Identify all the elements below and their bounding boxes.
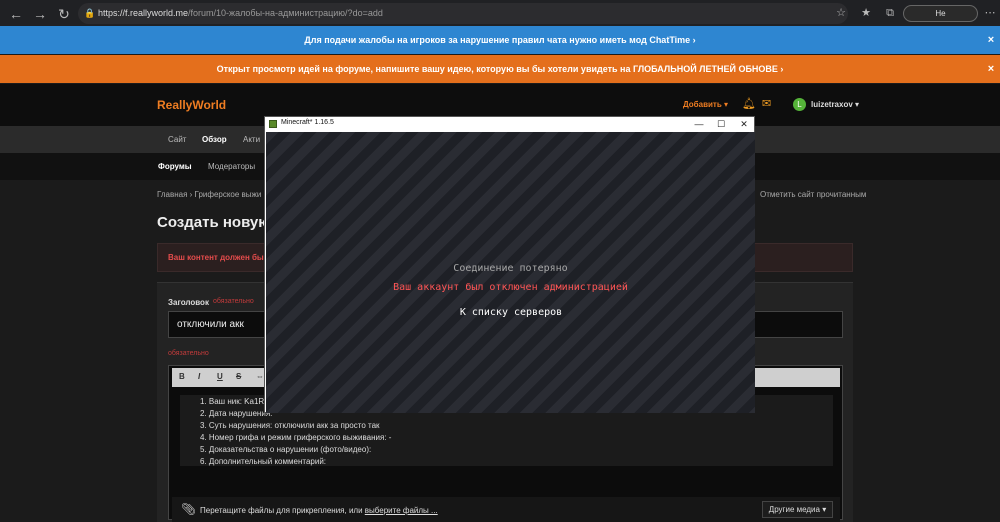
address-bar[interactable]: 🔒 https://f.reallyworld.me/forum/10-жало…: [78, 3, 848, 24]
required-hint: обязательно: [213, 298, 254, 305]
browser-toolbar: ← → ↻ 🔒 https://f.reallyworld.me/forum/1…: [0, 0, 1000, 33]
banner-text: Открыт просмотр идей на форуме, напишите…: [216, 64, 784, 74]
attach-prompt: Перетащите файлы для прикрепления, или: [200, 506, 365, 515]
minecraft-window: Minecraft* 1.16.5 — ☐ ✕ Соединение потер…: [264, 116, 755, 413]
tab-activity[interactable]: Акти: [243, 135, 260, 144]
user-menu[interactable]: luizetraxov ▾: [811, 100, 859, 109]
star-icon[interactable]: ☆: [833, 5, 849, 21]
list-item: 2. Дата нарушения:: [200, 409, 273, 418]
minecraft-titlebar[interactable]: Minecraft* 1.16.5 — ☐ ✕: [265, 117, 754, 132]
lock-icon: 🔒: [84, 8, 96, 18]
ideas-banner[interactable]: Открыт просмотр идей на форуме, напишите…: [0, 55, 1000, 83]
refresh-icon[interactable]: ↻: [54, 4, 74, 24]
more-media-button[interactable]: Другие медиа ▾: [762, 501, 833, 518]
mail-icon[interactable]: ✉: [762, 97, 771, 110]
collections-icon[interactable]: ⧉: [882, 5, 898, 21]
favorites-icon[interactable]: ★: [858, 5, 874, 21]
banner-text: Для подачи жалобы на игроков за нарушени…: [304, 35, 696, 45]
list-item: 5. Доказательства о нарушении (фото/виде…: [200, 445, 372, 454]
underline-button[interactable]: U: [217, 372, 223, 381]
tab-overview[interactable]: Обзор: [202, 135, 227, 144]
connection-lost-text: Соединение потеряно: [453, 263, 568, 274]
tab-site[interactable]: Сайт: [168, 135, 186, 144]
forward-icon[interactable]: →: [30, 4, 50, 24]
bell-icon[interactable]: 🔔︎: [742, 97, 756, 110]
paperclip-icon: 📎︎: [181, 502, 197, 516]
body-required-hint: обязательно: [168, 350, 209, 357]
site-logo[interactable]: ReallyWorld: [157, 98, 226, 112]
close-icon[interactable]: ×: [986, 55, 996, 83]
choose-files-link[interactable]: выберите файлы ...: [365, 506, 438, 515]
sync-status-button[interactable]: Не синхронизируется: [903, 5, 978, 33]
tab-forums[interactable]: Форумы: [158, 162, 192, 171]
italic-button[interactable]: I: [198, 372, 200, 381]
breadcrumb[interactable]: Главная › Гриферское выжи: [157, 190, 261, 199]
list-item: 3. Суть нарушения: отключили акк за прос…: [200, 421, 380, 430]
link-button[interactable]: ⇔: [256, 372, 264, 381]
url-host: https://f.reallyworld.me: [98, 8, 189, 18]
back-icon[interactable]: ←: [6, 4, 26, 24]
add-button[interactable]: Добавить ▾: [683, 100, 728, 109]
minecraft-icon: [269, 120, 277, 128]
tab-moderators[interactable]: Модераторы: [208, 162, 255, 171]
url-path: /forum/10-жалобы-на-администрацию/?do=ad…: [188, 8, 383, 18]
maximize-button[interactable]: ☐: [714, 118, 728, 131]
kick-reason-text: Ваш аккаунт был отключен администрацией: [393, 282, 628, 293]
minecraft-title: Minecraft* 1.16.5: [281, 119, 334, 126]
attach-text: Перетащите файлы для прикрепления, или в…: [200, 506, 438, 515]
list-item: 6. Дополнительный комментарий:: [200, 457, 327, 466]
bold-button[interactable]: B: [179, 372, 185, 381]
list-item: 4. Номер грифа и режим гриферского выжив…: [200, 433, 392, 442]
strike-button[interactable]: S: [236, 372, 241, 381]
mark-read-link[interactable]: Отметить сайт прочитанным: [760, 190, 866, 199]
avatar[interactable]: L: [793, 98, 806, 111]
close-icon[interactable]: ×: [986, 26, 996, 54]
back-to-servers-button[interactable]: К списку серверов: [436, 304, 586, 322]
minimize-button[interactable]: —: [692, 118, 706, 131]
chat-rules-banner[interactable]: Для подачи жалобы на игроков за нарушени…: [0, 26, 1000, 54]
close-button[interactable]: ✕: [737, 118, 751, 131]
minecraft-screen: Соединение потеряно Ваш аккаунт был откл…: [266, 132, 755, 413]
title-label: Заголовок: [168, 298, 209, 307]
error-text: Ваш контент должен быт: [168, 253, 268, 262]
menu-icon[interactable]: ⋯: [982, 5, 998, 21]
